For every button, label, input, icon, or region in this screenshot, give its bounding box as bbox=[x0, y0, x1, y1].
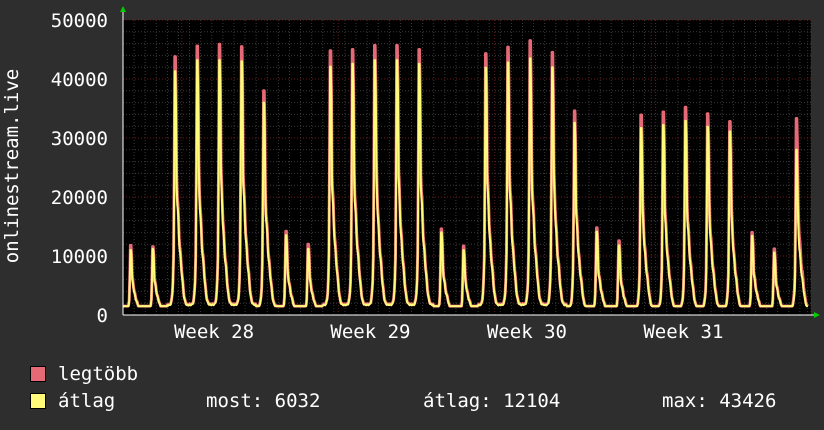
y-tick-label: 30000 bbox=[51, 128, 108, 150]
x-tick-label: Week 31 bbox=[643, 321, 723, 343]
stat-max-value: 43426 bbox=[719, 390, 777, 412]
stat-max-label: max: bbox=[662, 390, 708, 412]
legend: legtöbb átlag most: 6032 átlag: 12104 ma… bbox=[30, 361, 810, 415]
y-axis-label: onlinestream.live bbox=[1, 69, 23, 263]
stat-avg-label: átlag: bbox=[423, 390, 492, 412]
y-tick-label: 10000 bbox=[51, 246, 108, 268]
x-axis-arrow-icon bbox=[814, 312, 820, 318]
x-axis-tick-labels: Week 28 Week 29 Week 30 Week 31 bbox=[174, 321, 723, 343]
y-tick-label: 40000 bbox=[51, 69, 108, 91]
stat-avg-value: 12104 bbox=[503, 390, 561, 412]
legend-swatch-max bbox=[30, 366, 46, 382]
stat-now-value: 6032 bbox=[274, 390, 321, 412]
legend-swatch-avg bbox=[30, 393, 46, 409]
y-tick-label: 0 bbox=[97, 305, 108, 327]
y-tick-label: 20000 bbox=[51, 187, 108, 209]
stat-avg: átlag: 12104 bbox=[423, 388, 560, 415]
x-tick-label: Week 28 bbox=[174, 321, 254, 343]
stat-now: most: 6032 bbox=[206, 388, 320, 415]
y-tick-label: 50000 bbox=[51, 10, 108, 32]
legend-row-max: legtöbb bbox=[30, 361, 810, 388]
x-tick-label: Week 30 bbox=[487, 321, 567, 343]
chart-area: 01000020000300004000050000 Week 28 Week 2… bbox=[1, 6, 820, 343]
legend-label-avg: átlag bbox=[58, 390, 116, 412]
legend-row-avg: átlag most: 6032 átlag: 12104 max: 43426 bbox=[30, 388, 810, 415]
legend-label-max: legtöbb bbox=[58, 363, 139, 385]
y-axis-arrow-icon bbox=[120, 6, 126, 12]
stat-max: max: 43426 bbox=[662, 388, 776, 415]
x-tick-label: Week 29 bbox=[330, 321, 410, 343]
stat-now-label: most: bbox=[206, 390, 264, 412]
y-axis-tick-labels: 0 10000 20000 30000 40000 50000 bbox=[51, 10, 108, 327]
